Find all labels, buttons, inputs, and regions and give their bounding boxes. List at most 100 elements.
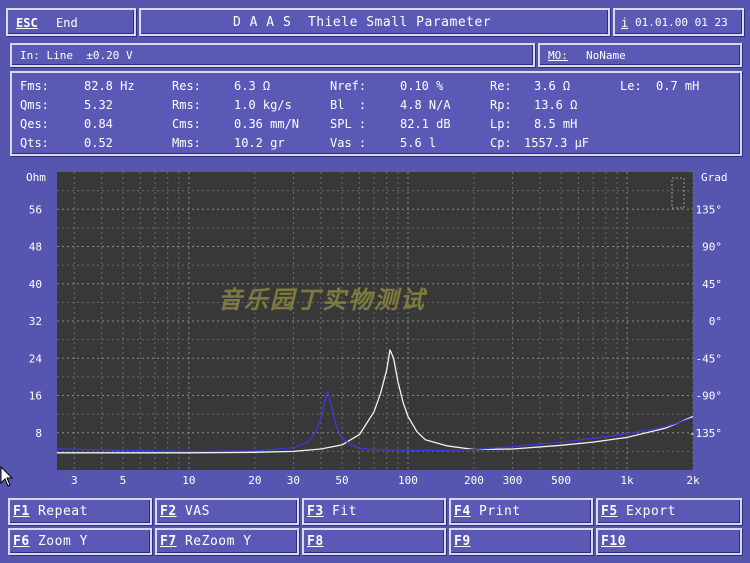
param-label: Cms:	[172, 117, 201, 131]
left-tick-label: 8	[35, 427, 42, 440]
param-label: Mms:	[172, 136, 201, 150]
param-value: 10.2 gr	[234, 136, 285, 150]
param-label: Fms:	[20, 79, 49, 93]
param-label: Rp:	[490, 98, 512, 112]
param-label: SPL :	[330, 117, 367, 131]
x-tick-label: 30	[287, 474, 300, 487]
param-value: 6.3 Ω	[234, 79, 271, 93]
param-value: 0.10 %	[400, 79, 444, 93]
param-value: 4.8 N/A	[400, 98, 451, 112]
f3-fit-button[interactable]: F3 Fit	[302, 498, 446, 525]
right-tick-label: -45°	[696, 352, 723, 365]
f6-zoom-y-button[interactable]: F6 Zoom Y	[8, 528, 152, 555]
page-title: D A A S Thiele Small Parameter	[233, 15, 492, 30]
input-level-bar[interactable]: In: Line ±0.20 V	[10, 43, 535, 67]
fkey-number: F5	[601, 504, 618, 519]
esc-end-button[interactable]: ESC End	[6, 8, 136, 36]
impedance-chart[interactable]: Ohm Grad 3 5 10 20 30 50 100 200 300 500 1k 2k 56 48 4…	[0, 160, 750, 490]
x-tick-label: 500	[551, 474, 571, 487]
param-label: Re:	[490, 79, 512, 93]
fkey-label: VAS	[184, 504, 210, 519]
param-value: 0.36 mm/N	[234, 117, 300, 131]
x-tick-label: 200	[464, 474, 484, 487]
fkey-label: Repeat	[37, 504, 88, 519]
f10-button[interactable]: F10	[596, 528, 742, 555]
param-label: Qes:	[20, 117, 49, 131]
param-value: 5.32	[84, 98, 113, 112]
left-tick-label: 32	[29, 315, 42, 328]
esc-key: ESC	[16, 16, 38, 30]
param-label: Rms:	[172, 98, 201, 112]
param-label: Qms:	[20, 98, 49, 112]
fkey-number: F6	[13, 534, 30, 549]
f2-vas-button[interactable]: F2 VAS	[155, 498, 299, 525]
left-axis-unit: Ohm	[26, 171, 46, 184]
param-value: 13.6 Ω	[534, 98, 578, 112]
f5-export-button[interactable]: F5 Export	[596, 498, 742, 525]
f1-repeat-button[interactable]: F1 Repeat	[8, 498, 152, 525]
param-value: 82.1 dB	[400, 117, 451, 131]
fkey-label: Fit	[331, 504, 357, 519]
right-tick-label: 0°	[709, 315, 722, 328]
fkey-number: F1	[13, 504, 30, 519]
x-tick-label: 10	[182, 474, 195, 487]
fkey-number: F10	[601, 534, 626, 549]
x-tick-label: 20	[248, 474, 261, 487]
x-tick-label: 1k	[620, 474, 634, 487]
right-tick-label: -135°	[689, 427, 722, 440]
param-value: 1.0 kg/s	[234, 98, 292, 112]
right-tick-label: 45°	[702, 278, 722, 291]
param-value: 0.52	[84, 136, 113, 150]
param-label: Cp:	[490, 136, 512, 150]
microphone-selector[interactable]: MO: NoName	[538, 43, 742, 67]
x-tick-label: 50	[335, 474, 348, 487]
watermark-text: 音乐园丁实物测试	[218, 286, 428, 314]
fkey-number: F7	[160, 534, 177, 549]
f7-rezoom-y-button[interactable]: F7 ReZoom Y	[155, 528, 299, 555]
fkey-number: F9	[454, 534, 471, 549]
left-tick-label: 56	[29, 203, 42, 216]
param-label: Lp:	[490, 117, 512, 131]
fkey-number: F8	[307, 534, 324, 549]
parameter-panel: Fms: 82.8 Hz Qms: 5.32 Qes: 0.84 Qts: 0.…	[10, 71, 742, 156]
x-tick-label: 2k	[686, 474, 700, 487]
datetime: 01.01.00 01 23	[635, 16, 728, 29]
left-tick-label: 24	[29, 352, 43, 365]
param-label: Nref:	[330, 79, 367, 93]
param-value: 0.7 mH	[656, 79, 700, 93]
right-tick-label: -90°	[696, 390, 723, 403]
mic-key: MO:	[548, 49, 568, 62]
left-tick-label: 48	[29, 241, 42, 254]
x-tick-label: 5	[120, 474, 127, 487]
input-label: In: Line ±0.20 V	[20, 49, 133, 62]
info-clock-button[interactable]: i 01.01.00 01 23	[613, 8, 744, 36]
mouse-cursor-icon	[0, 466, 14, 487]
info-key: i	[621, 16, 629, 30]
right-tick-label: 90°	[702, 241, 722, 254]
fkey-label: Zoom Y	[37, 534, 88, 549]
fkey-number: F3	[307, 504, 324, 519]
fkey-number: F4	[454, 504, 471, 519]
param-value: 1557.3 µF	[524, 136, 590, 150]
param-label: Vas :	[330, 136, 367, 150]
param-value: 5.6 l	[400, 136, 437, 150]
param-label: Bl :	[330, 98, 367, 112]
left-tick-label: 16	[29, 390, 42, 403]
mic-name: NoName	[586, 49, 626, 62]
fkey-number: F2	[160, 504, 177, 519]
x-tick-label: 100	[398, 474, 418, 487]
f9-button[interactable]: F9	[449, 528, 593, 555]
impedance-plot[interactable]: Ohm Grad 3 5 10 20 30 50 100 200 300 500 1k 2k 56 48 4…	[0, 160, 750, 490]
f8-button[interactable]: F8	[302, 528, 446, 555]
f4-print-button[interactable]: F4 Print	[449, 498, 593, 525]
left-tick-label: 40	[29, 278, 42, 291]
param-value: 0.84	[84, 117, 113, 131]
param-value: 82.8 Hz	[84, 79, 135, 93]
fkey-label: Print	[478, 504, 521, 519]
param-value: 3.6 Ω	[534, 79, 571, 93]
param-label: Res:	[172, 79, 201, 93]
fkey-label: ReZoom Y	[184, 534, 252, 549]
fkey-label: Export	[625, 504, 676, 519]
esc-label: End	[56, 16, 78, 30]
title-bar: D A A S Thiele Small Parameter	[139, 8, 610, 36]
